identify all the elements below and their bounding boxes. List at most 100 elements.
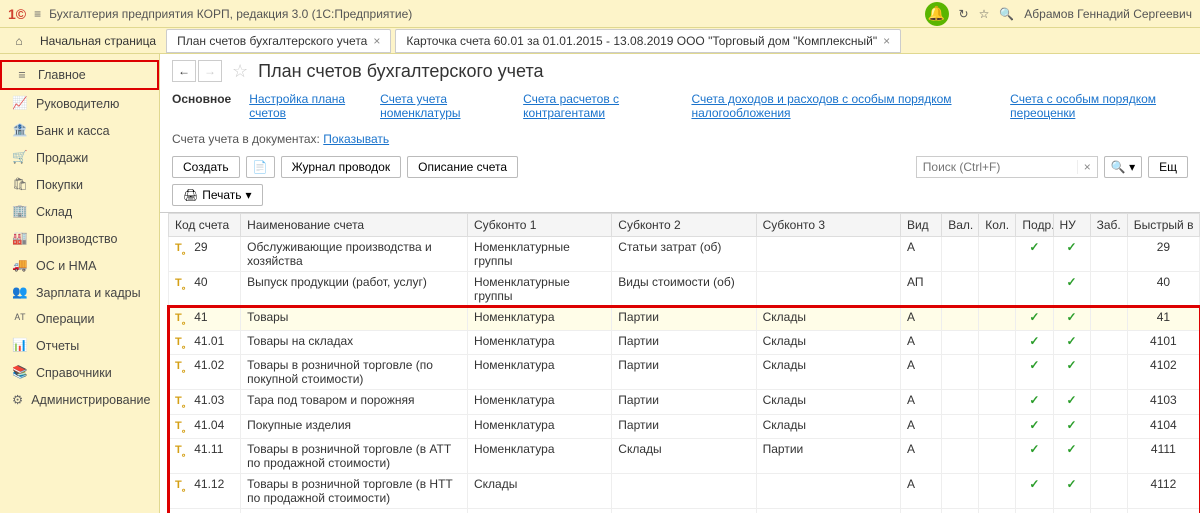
subnav-link[interactable]: Настройка плана счетов <box>249 92 362 120</box>
tab-plan-accounts[interactable]: План счетов бухгалтерского учета × <box>166 29 391 53</box>
table-row[interactable]: Т。 41.ККорректировка товаров прошлого пе… <box>169 508 1200 513</box>
table-row[interactable]: Т。 41ТоварыНоменклатураПартииСкладыА✓✓41 <box>169 307 1200 331</box>
sidebar-item[interactable]: ≡Главное <box>0 60 159 90</box>
table-row[interactable]: Т。 29Обслуживающие производства и хозяйс… <box>169 237 1200 272</box>
close-icon[interactable]: × <box>883 34 890 48</box>
tab-start[interactable]: Начальная страница <box>30 30 166 52</box>
sidebar-item[interactable]: ᴬᵀ Операции <box>0 306 159 332</box>
create-button[interactable]: Создать <box>172 156 240 178</box>
subnav-current[interactable]: Основное <box>172 92 231 120</box>
sidebar-item[interactable]: 📈Руководителю <box>0 90 159 117</box>
sidebar-icon: ᴬᵀ <box>12 312 28 326</box>
star-icon[interactable]: ☆ <box>979 7 990 21</box>
table-row[interactable]: Т。 41.12Товары в розничной торговле (в Н… <box>169 473 1200 508</box>
sidebar-icon: 🛒 <box>12 150 28 165</box>
subnav-link[interactable]: Счета учета номенклатуры <box>380 92 505 120</box>
more-button[interactable]: Ещ <box>1148 156 1188 178</box>
table-row[interactable]: Т。 41.01Товары на складахНоменклатураПар… <box>169 331 1200 355</box>
sidebar-item[interactable]: ⚙Администрирование <box>0 386 159 413</box>
sidebar-icon: 🚚 <box>12 258 28 273</box>
sidebar-item[interactable]: 🏭Производство <box>0 225 159 252</box>
bell-icon[interactable]: 🔔 <box>925 2 949 26</box>
table-row[interactable]: Т。 41.02Товары в розничной торговле (по … <box>169 355 1200 390</box>
history-icon[interactable]: ↻ <box>959 7 969 21</box>
column-header[interactable]: Субконто 1 <box>467 214 611 237</box>
print-icon: 🖨 <box>183 188 198 202</box>
subnav-link[interactable]: Счета с особым порядком переоценки <box>1010 92 1188 120</box>
account-type-icon: Т。 <box>175 277 191 289</box>
sidebar-label: Отчеты <box>36 339 79 353</box>
journal-button[interactable]: Журнал проводок <box>281 156 402 178</box>
sidebar-item[interactable]: 🚚 ОС и НМА <box>0 252 159 279</box>
print-button[interactable]: 🖨 Печать ▾ <box>172 184 263 206</box>
topbar: 1© ≡ Бухгалтерия предприятия КОРП, редак… <box>0 0 1200 28</box>
subnav-link[interactable]: Счета доходов и расходов с особым порядк… <box>691 92 992 120</box>
search-icon[interactable]: 🔍 <box>999 7 1014 21</box>
account-type-icon: Т。 <box>175 444 191 456</box>
account-type-icon: Т。 <box>175 479 191 491</box>
column-header[interactable]: Вал. <box>942 214 979 237</box>
table-row[interactable]: Т。 41.11Товары в розничной торговле (в А… <box>169 438 1200 473</box>
sidebar-item[interactable]: 🛍Покупки <box>0 171 159 198</box>
column-header[interactable]: Вид <box>900 214 941 237</box>
sidebar-label: Операции <box>36 312 94 326</box>
user-name[interactable]: Абрамов Геннадий Сергеевич <box>1024 7 1192 21</box>
search-button[interactable]: 🔍 ▾ <box>1104 156 1142 178</box>
column-header[interactable]: Заб. <box>1090 214 1127 237</box>
sidebar-item[interactable]: 🏦 Банк и касса <box>0 117 159 144</box>
accounts-table: Код счетаНаименование счетаСубконто 1Суб… <box>160 212 1200 513</box>
toolbar: Создать 📄 Журнал проводок Описание счета… <box>160 154 1200 184</box>
sidebar-label: Продажи <box>36 151 88 165</box>
account-type-icon: Т。 <box>175 242 191 254</box>
column-header[interactable]: Подр. <box>1016 214 1053 237</box>
column-header[interactable]: Наименование счета <box>241 214 468 237</box>
desc-button[interactable]: Описание счета <box>407 156 518 178</box>
sidebar-icon: 👥 <box>12 285 28 300</box>
table-row[interactable]: Т。 41.03Тара под товаром и порожняяНомен… <box>169 390 1200 414</box>
close-icon[interactable]: × <box>373 34 380 48</box>
sidebar-icon: 🏦 <box>12 123 28 138</box>
search-box: × <box>916 156 1098 178</box>
table-row[interactable]: Т。 41.04Покупные изделияНоменклатураПарт… <box>169 414 1200 438</box>
sidebar-label: Зарплата и кадры <box>36 286 141 300</box>
account-type-icon: Т。 <box>175 312 191 324</box>
sidebar-label: Руководителю <box>36 97 119 111</box>
column-header[interactable]: Субконто 3 <box>756 214 900 237</box>
sidebar-icon: 📊 <box>12 338 28 353</box>
table-row[interactable]: Т。 40Выпуск продукции (работ, услуг)Номе… <box>169 272 1200 307</box>
clear-icon[interactable]: × <box>1077 160 1097 174</box>
account-type-icon: Т。 <box>175 360 191 372</box>
sidebar-item[interactable]: 📊 Отчеты <box>0 332 159 359</box>
doc-link[interactable]: Показывать <box>323 132 389 146</box>
home-icon[interactable]: ⌂ <box>8 34 30 48</box>
sidebar-label: Главное <box>38 68 86 82</box>
account-type-icon: Т。 <box>175 336 191 348</box>
subnav: Основное Настройка плана счетов Счета уч… <box>160 88 1200 128</box>
subnav-link[interactable]: Счета расчетов с контрагентами <box>523 92 673 120</box>
account-type-icon: Т。 <box>175 420 191 432</box>
nav-back-button[interactable]: ← <box>172 60 196 82</box>
search-input[interactable] <box>917 157 1077 177</box>
column-header[interactable]: НУ <box>1053 214 1090 237</box>
sidebar-item[interactable]: 📚Справочники <box>0 359 159 386</box>
content: ← → ☆ План счетов бухгалтерского учета О… <box>160 54 1200 513</box>
sidebar-label: ОС и НМА <box>36 259 96 273</box>
menu-icon[interactable]: ≡ <box>34 7 41 21</box>
copy-button[interactable]: 📄 <box>246 156 275 178</box>
column-header[interactable]: Кол. <box>979 214 1016 237</box>
sidebar-icon: 🛍 <box>12 177 28 192</box>
column-header[interactable]: Субконто 2 <box>612 214 756 237</box>
chevron-down-icon: ▾ <box>246 188 252 202</box>
nav-fwd-button[interactable]: → <box>198 60 222 82</box>
column-header[interactable]: Код счета <box>169 214 241 237</box>
sidebar-icon: 🏢 <box>12 204 28 219</box>
sidebar-icon: 🏭 <box>12 231 28 246</box>
column-header[interactable]: Быстрый в <box>1127 214 1199 237</box>
sidebar-label: Банк и касса <box>36 124 110 138</box>
favorite-icon[interactable]: ☆ <box>232 61 248 82</box>
sidebar-label: Администрирование <box>31 393 150 407</box>
sidebar-item[interactable]: 🏢Склад <box>0 198 159 225</box>
tab-card-account[interactable]: Карточка счета 60.01 за 01.01.2015 - 13.… <box>395 29 901 53</box>
sidebar-item[interactable]: 👥 Зарплата и кадры <box>0 279 159 306</box>
sidebar-item[interactable]: 🛒 Продажи <box>0 144 159 171</box>
